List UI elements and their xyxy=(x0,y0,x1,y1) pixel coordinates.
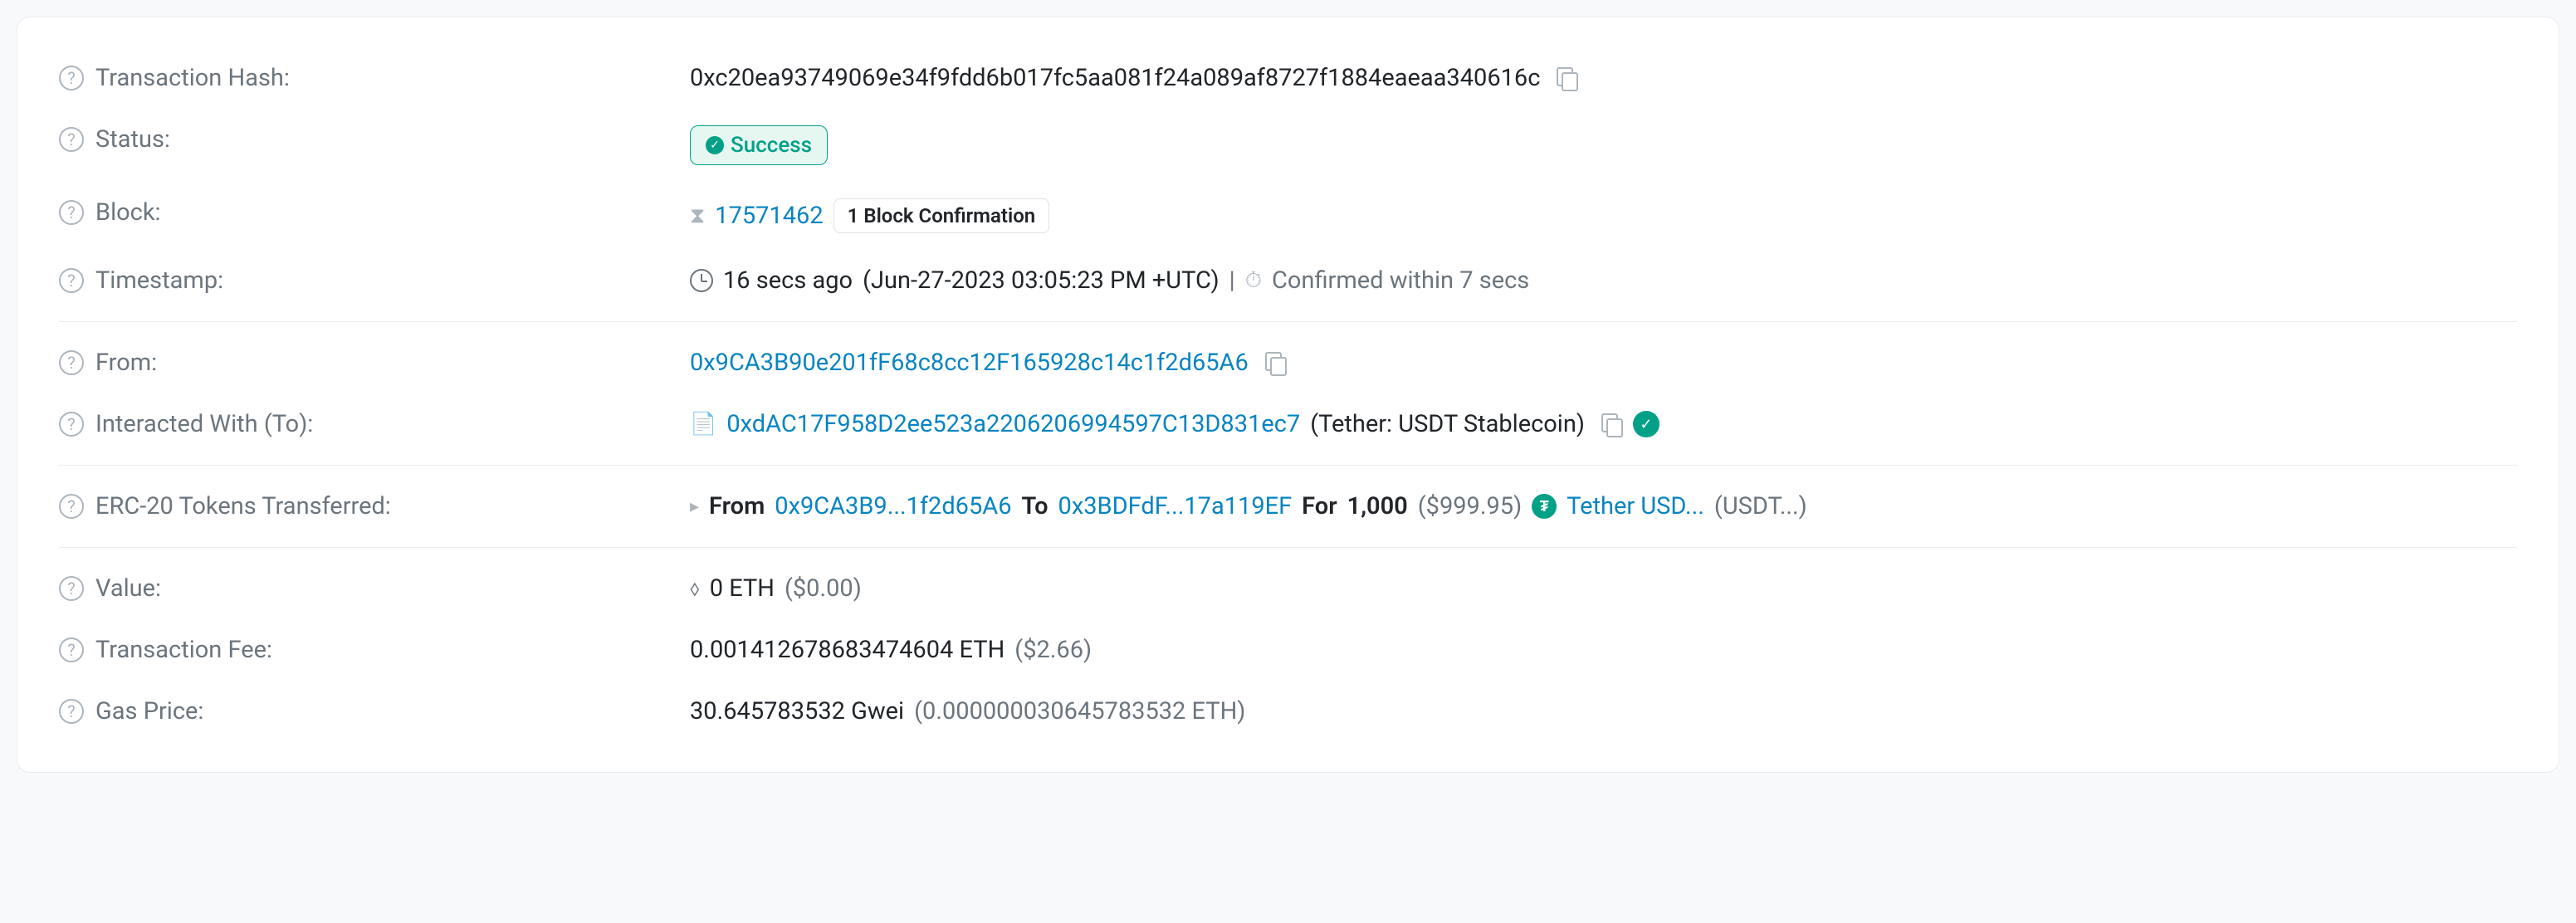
caret-right-icon: ▸ xyxy=(690,496,699,517)
row-to: ? Interacted With (To): 📄 0xdAC17F958D2e… xyxy=(59,393,2517,455)
from-address-link[interactable]: 0x9CA3B90e201fF68c8cc12F165928c14c1f2d65… xyxy=(690,349,1249,377)
label-erc20: ERC-20 Tokens Transferred: xyxy=(95,492,391,520)
to-address-link[interactable]: 0xdAC17F958D2ee523a2206206994597C13D831e… xyxy=(726,410,1300,438)
erc20-usd: ($999.95) xyxy=(1418,492,1522,520)
status-badge: ✓ Success xyxy=(690,125,828,165)
label-gasprice: Gas Price: xyxy=(95,697,203,725)
copy-icon[interactable] xyxy=(1557,67,1578,89)
help-icon[interactable]: ? xyxy=(59,350,84,375)
value-usd: ($0.00) xyxy=(785,574,862,603)
help-icon[interactable]: ? xyxy=(59,127,84,152)
hourglass-icon: ⧗ xyxy=(690,203,705,229)
label-block: Block: xyxy=(95,198,161,227)
clock-icon xyxy=(690,269,713,292)
help-icon[interactable]: ? xyxy=(59,494,84,519)
txhash-value: 0xc20ea93749069e34f9fdd6b017fc5aa081f24a… xyxy=(690,64,1540,92)
label-to: Interacted With (To): xyxy=(95,410,313,438)
row-from: ? From: 0x9CA3B90e201fF68c8cc12F165928c1… xyxy=(59,332,2517,393)
block-link[interactable]: 17571462 xyxy=(715,202,823,230)
row-gasprice: ? Gas Price: 30.645783532 Gwei (0.000000… xyxy=(59,681,2517,742)
row-erc20: ? ERC-20 Tokens Transferred: ▸ From 0x9C… xyxy=(59,476,2517,537)
help-icon[interactable]: ? xyxy=(59,699,84,724)
row-txfee: ? Transaction Fee: 0.001412678683474604 … xyxy=(59,619,2517,681)
erc20-from-label: From xyxy=(709,492,765,520)
section-divider xyxy=(59,547,2517,548)
row-timestamp: ? Timestamp: 16 secs ago (Jun-27-2023 03… xyxy=(59,250,2517,311)
help-icon[interactable]: ? xyxy=(59,66,84,90)
gasprice-gwei: 30.645783532 Gwei xyxy=(690,697,904,725)
erc20-token-link[interactable]: Tether USD... xyxy=(1567,492,1704,520)
tether-icon: ₮ xyxy=(1532,494,1557,519)
verified-icon: ✓ xyxy=(1633,411,1659,437)
help-icon[interactable]: ? xyxy=(59,268,84,293)
label-value: Value: xyxy=(95,574,161,603)
erc20-for-label: For xyxy=(1302,492,1337,520)
help-icon[interactable]: ? xyxy=(59,576,84,601)
erc20-amount: 1,000 xyxy=(1347,492,1408,520)
section-divider xyxy=(59,321,2517,322)
eth-icon: ⬨ xyxy=(690,576,700,602)
copy-icon[interactable] xyxy=(1601,413,1623,435)
erc20-from-link[interactable]: 0x9CA3B9...1f2d65A6 xyxy=(775,492,1011,520)
erc20-token-symbol: (USDT...) xyxy=(1714,492,1807,520)
row-status: ? Status: ✓ Success xyxy=(59,109,2517,182)
label-from: From: xyxy=(95,349,157,377)
help-icon[interactable]: ? xyxy=(59,200,84,225)
section-divider xyxy=(59,465,2517,466)
txfee-usd: ($2.66) xyxy=(1014,636,1092,664)
label-txhash: Transaction Hash: xyxy=(95,64,290,92)
erc20-to-label: To xyxy=(1022,492,1048,520)
erc20-to-link[interactable]: 0x3BDFdF...17a119EF xyxy=(1058,492,1293,520)
row-value: ? Value: ⬨ 0 ETH ($0.00) xyxy=(59,558,2517,619)
copy-icon[interactable] xyxy=(1265,352,1287,374)
txfee-eth: 0.001412678683474604 ETH xyxy=(690,636,1004,664)
status-text: Success xyxy=(731,133,812,158)
label-txfee: Transaction Fee: xyxy=(95,636,272,664)
transaction-details-card: ? Transaction Hash: 0xc20ea93749069e34f9… xyxy=(17,17,2559,773)
row-block: ? Block: ⧗ 17571462 1 Block Confirmation xyxy=(59,182,2517,250)
label-status: Status: xyxy=(95,125,170,154)
timestamp-confirmed: Confirmed within 7 secs xyxy=(1272,266,1529,295)
help-icon[interactable]: ? xyxy=(59,412,84,437)
label-timestamp: Timestamp: xyxy=(95,266,223,295)
timestamp-full: (Jun-27-2023 03:05:23 PM +UTC) xyxy=(863,266,1220,295)
row-txhash: ? Transaction Hash: 0xc20ea93749069e34f9… xyxy=(59,47,2517,109)
stopwatch-icon: ⏱ xyxy=(1245,268,1262,294)
to-name: (Tether: USDT Stablecoin) xyxy=(1310,410,1585,438)
value-eth: 0 ETH xyxy=(710,574,775,603)
check-icon: ✓ xyxy=(706,136,724,154)
help-icon[interactable]: ? xyxy=(59,637,84,662)
confirmations-badge: 1 Block Confirmation xyxy=(833,198,1050,233)
gasprice-eth: (0.000000030645783532 ETH) xyxy=(914,697,1245,725)
contract-icon: 📄 xyxy=(690,412,716,437)
timestamp-ago: 16 secs ago xyxy=(723,266,853,295)
divider-pipe: | xyxy=(1229,266,1235,295)
